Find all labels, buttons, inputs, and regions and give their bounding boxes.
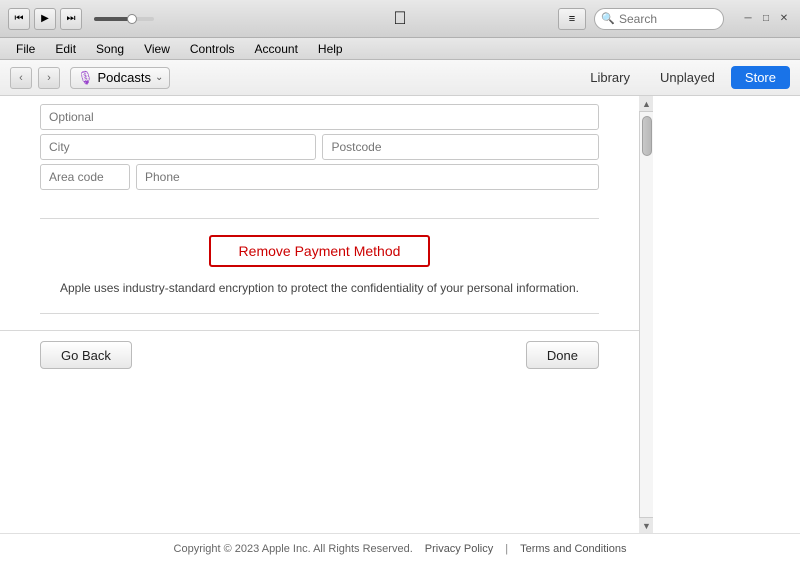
postcode-input[interactable]	[322, 134, 598, 160]
divider-top	[40, 218, 599, 219]
apple-logo: 	[393, 8, 407, 29]
podcast-icon: 🎙	[77, 70, 94, 86]
area-code-input[interactable]	[40, 164, 130, 190]
footer-separator: |	[505, 543, 508, 555]
content-scroll-area: Remove Payment Method Apple uses industr…	[0, 96, 653, 533]
menu-song[interactable]: Song	[88, 40, 132, 58]
menu-account[interactable]: Account	[247, 40, 306, 58]
divider-bottom	[40, 313, 599, 314]
rewind-button[interactable]: ⏮	[8, 8, 30, 30]
fastforward-button[interactable]: ⏭	[60, 8, 82, 30]
scroll-up-arrow[interactable]: ▲	[639, 96, 653, 112]
nav-tabs: Library Unplayed Store	[576, 66, 790, 89]
tab-store[interactable]: Store	[731, 66, 790, 89]
footer: Copyright © 2023 Apple Inc. All Rights R…	[0, 533, 800, 563]
menu-controls[interactable]: Controls	[182, 40, 243, 58]
search-area: ≡ 🔍 ─ □ ✕	[558, 8, 792, 30]
scroll-down-arrow[interactable]: ▼	[639, 517, 653, 533]
menu-file[interactable]: File	[8, 40, 43, 58]
main-content: Remove Payment Method Apple uses industr…	[0, 96, 800, 533]
footer-privacy-link[interactable]: Privacy Policy	[425, 543, 493, 555]
scroll-thumb[interactable]	[642, 116, 652, 156]
phone-row	[40, 164, 599, 190]
scroll-track[interactable]	[640, 112, 653, 517]
action-bar: Go Back Done	[0, 330, 639, 379]
close-button[interactable]: ✕	[776, 12, 792, 26]
podcast-label: Podcasts	[98, 70, 151, 85]
menu-edit[interactable]: Edit	[47, 40, 84, 58]
forward-arrow[interactable]: ›	[38, 67, 60, 89]
back-arrow[interactable]: ‹	[10, 67, 32, 89]
tab-unplayed[interactable]: Unplayed	[646, 66, 729, 89]
minimize-button[interactable]: ─	[740, 12, 756, 26]
maximize-button[interactable]: □	[758, 12, 774, 26]
city-postcode-row	[40, 134, 599, 160]
done-button[interactable]: Done	[526, 341, 599, 369]
notice-text: Apple uses industry-standard encryption …	[0, 279, 639, 297]
list-view-icon[interactable]: ≡	[558, 8, 586, 30]
menu-view[interactable]: View	[136, 40, 178, 58]
nav-bar: ‹ › 🎙 Podcasts ⌄ Library Unplayed Store	[0, 60, 800, 96]
remove-btn-wrapper: Remove Payment Method	[0, 235, 639, 267]
footer-copyright: Copyright © 2023 Apple Inc. All Rights R…	[174, 543, 413, 555]
tab-library[interactable]: Library	[576, 66, 644, 89]
playback-controls: ⏮ ▶ ⏭	[8, 8, 154, 30]
remove-payment-button[interactable]: Remove Payment Method	[209, 235, 431, 267]
inner-content: Remove Payment Method Apple uses industr…	[0, 96, 639, 533]
form-section	[0, 96, 639, 202]
menu-bar: File Edit Song View Controls Account Hel…	[0, 38, 800, 60]
search-wrapper: 🔍	[594, 8, 724, 30]
volume-track	[94, 17, 154, 21]
optional-input[interactable]	[40, 104, 599, 130]
volume-knob[interactable]	[127, 14, 137, 24]
menu-help[interactable]: Help	[310, 40, 351, 58]
scrollbar: ▲ ▼	[639, 96, 653, 533]
go-back-button[interactable]: Go Back	[40, 341, 132, 369]
podcast-selector[interactable]: 🎙 Podcasts ⌄	[70, 67, 170, 89]
play-button[interactable]: ▶	[34, 8, 56, 30]
phone-input[interactable]	[136, 164, 599, 190]
dropdown-icon: ⌄	[155, 72, 163, 83]
volume-slider[interactable]	[94, 17, 154, 21]
search-icon: 🔍	[601, 12, 615, 25]
city-input[interactable]	[40, 134, 316, 160]
footer-terms-link[interactable]: Terms and Conditions	[520, 543, 626, 555]
title-bar: ⏮ ▶ ⏭  ≡ 🔍 ─ □ ✕	[0, 0, 800, 38]
window-controls: ─ □ ✕	[740, 12, 792, 26]
